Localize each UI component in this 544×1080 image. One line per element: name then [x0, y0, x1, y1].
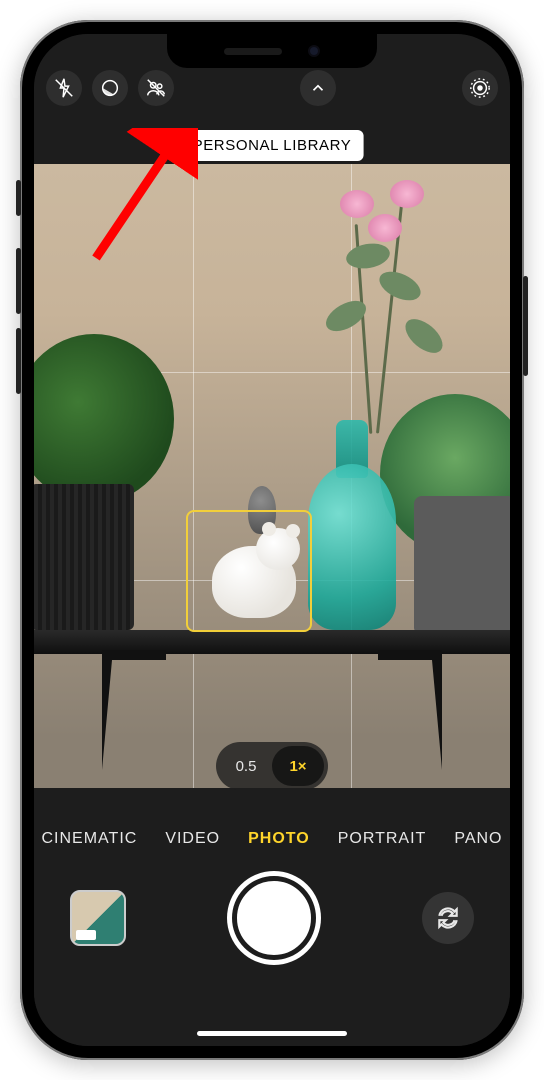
mode-pano[interactable]: PANO [454, 830, 502, 848]
scene-pot [414, 496, 510, 632]
zoom-option-1x[interactable]: 1× [272, 746, 324, 786]
library-indicator-pill[interactable]: PERSONAL LIBRARY [181, 130, 364, 161]
night-mode-icon[interactable] [92, 70, 128, 106]
live-photo-icon[interactable] [462, 70, 498, 106]
grid-line [193, 164, 194, 788]
shared-library-off-icon[interactable] [138, 70, 174, 106]
mode-portrait[interactable]: PORTRAIT [338, 830, 427, 848]
flash-off-icon[interactable] [46, 70, 82, 106]
camera-mode-strip[interactable]: CINEMATIC VIDEO PHOTO PORTRAIT PANO [42, 830, 503, 848]
last-photo-thumbnail[interactable] [70, 890, 126, 946]
camera-app-screen: PERSONAL LIBRARY [34, 34, 510, 1046]
camera-viewfinder[interactable] [34, 164, 510, 788]
chevron-up-icon[interactable] [300, 70, 336, 106]
device-notch [167, 34, 377, 68]
scene-plant [34, 334, 174, 504]
home-indicator[interactable] [197, 1031, 347, 1036]
zoom-selector: 0.5 1× [216, 742, 328, 790]
shutter-button[interactable] [232, 876, 316, 960]
scene-vase [296, 420, 408, 630]
mode-cinematic[interactable]: CINEMATIC [42, 830, 138, 848]
mode-photo[interactable]: PHOTO [248, 830, 310, 848]
camera-flip-button[interactable] [422, 892, 474, 944]
scene-stems [318, 184, 438, 434]
camera-bottom-controls: CINEMATIC VIDEO PHOTO PORTRAIT PANO [34, 816, 510, 1046]
scene-shelf-bracket [98, 650, 170, 780]
scene-pot [34, 484, 134, 630]
mode-video[interactable]: VIDEO [165, 830, 220, 848]
scene-shelf-bracket [374, 650, 446, 780]
zoom-option-0_5[interactable]: 0.5 [220, 746, 272, 786]
focus-indicator [186, 510, 312, 632]
